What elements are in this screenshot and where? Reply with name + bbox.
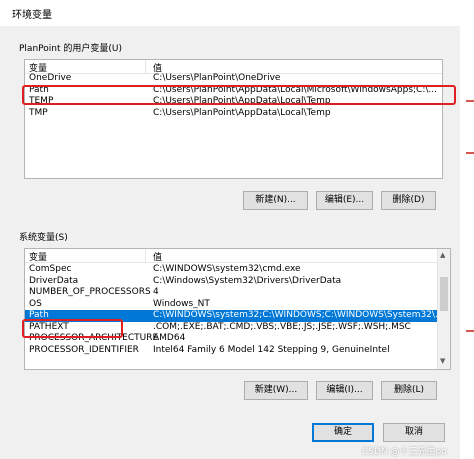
variable-value-cell: Windows_NT bbox=[153, 298, 210, 309]
variable-name-cell: PROCESSOR_IDENTIFIER bbox=[29, 344, 139, 355]
user-vars-group-label: PlanPoint 的用户变量(U) bbox=[19, 44, 122, 54]
cancel-button[interactable]: 取消 bbox=[383, 423, 445, 442]
column-header-variable[interactable]: 变量 bbox=[29, 250, 47, 263]
ok-button[interactable]: 确定 bbox=[312, 423, 374, 442]
variable-value-cell: C:\WINDOWS\system32;C:\WINDOWS;C:\WINDOW… bbox=[153, 310, 438, 320]
table-row[interactable]: OneDrive C:\Users\PlanPoint\OneDrive bbox=[25, 73, 442, 85]
user-vars-header: 变量 值 bbox=[25, 60, 442, 74]
table-row[interactable]: OS Windows_NT bbox=[25, 299, 438, 311]
variable-name-cell: TMP bbox=[29, 107, 48, 118]
user-delete-button[interactable]: 删除(D) bbox=[381, 191, 436, 210]
variable-name-cell: NUMBER_OF_PROCESSORS bbox=[29, 287, 151, 297]
variable-value-cell: C:\Users\PlanPoint\AppData\Local\Temp bbox=[153, 107, 331, 118]
system-delete-button[interactable]: 删除(L) bbox=[381, 381, 437, 400]
background-mark bbox=[466, 330, 474, 332]
variable-value-cell: C:\WINDOWS\system32\cmd.exe bbox=[153, 264, 301, 274]
title-bar: 环境变量 bbox=[0, 0, 474, 26]
variable-name-cell: OneDrive bbox=[29, 73, 72, 83]
variable-value-cell: AMD64 bbox=[153, 333, 186, 343]
table-row[interactable]: TMP C:\Users\PlanPoint\AppData\Local\Temp bbox=[25, 108, 442, 120]
system-vars-rows: ComSpec C:\WINDOWS\system32\cmd.exe Driver… bbox=[25, 263, 438, 356]
system-vars-list[interactable]: 变量 值 ComSpec C:\WINDOWS\system32\cmd.exe D… bbox=[24, 248, 451, 370]
system-vars-header: 变量 值 bbox=[25, 249, 438, 263]
system-vars-scrollbar[interactable]: ▲ ▼ bbox=[437, 249, 450, 369]
variable-value-cell: C:\Windows\System32\Drivers\DriverData bbox=[153, 275, 342, 286]
variable-name-cell: OS bbox=[29, 298, 42, 309]
user-new-button[interactable]: 新建(N)... bbox=[243, 191, 308, 210]
background-mark bbox=[466, 152, 474, 154]
annotation-highlight-system-path bbox=[22, 319, 123, 338]
variable-value-cell: 4 bbox=[153, 287, 159, 297]
variable-name-cell: ComSpec bbox=[29, 264, 72, 274]
table-row[interactable]: PROCESSOR_IDENTIFIER Intel64 Family 6 Mod… bbox=[25, 345, 438, 357]
scroll-down-icon[interactable]: ▼ bbox=[440, 357, 445, 365]
system-new-button[interactable]: 新建(W)... bbox=[244, 381, 308, 400]
background-window-edge bbox=[460, 26, 474, 459]
table-row[interactable]: NUMBER_OF_PROCESSORS 4 bbox=[25, 287, 438, 299]
column-header-value[interactable]: 值 bbox=[153, 250, 162, 263]
system-edit-button[interactable]: 编辑(I)... bbox=[316, 381, 373, 400]
variable-value-cell: Intel64 Family 6 Model 142 Stepping 9, G… bbox=[153, 344, 390, 355]
user-vars-list[interactable]: 变量 值 OneDrive C:\Users\PlanPoint\OneDrive… bbox=[24, 59, 443, 179]
scroll-thumb[interactable] bbox=[440, 277, 448, 311]
window-title: 环境变量 bbox=[12, 10, 52, 21]
annotation-highlight-user-path bbox=[22, 85, 456, 105]
variable-value-cell: C:\Users\PlanPoint\OneDrive bbox=[153, 73, 281, 83]
table-row[interactable]: ComSpec C:\WINDOWS\system32\cmd.exe bbox=[25, 264, 438, 276]
system-vars-group-label: 系统变量(S) bbox=[19, 233, 68, 243]
variable-name-cell: DriverData bbox=[29, 275, 79, 286]
table-row[interactable]: DriverData C:\Windows\System32\Drivers\Dr… bbox=[25, 276, 438, 288]
watermark: CSDN @十三先生po bbox=[362, 447, 447, 457]
background-mark bbox=[466, 100, 474, 102]
user-edit-button[interactable]: 编辑(E)... bbox=[316, 191, 373, 210]
variable-value-cell: .COM;.EXE;.BAT;.CMD;.VBS;.VBE;.JS;.JSE;.… bbox=[153, 321, 411, 332]
scroll-up-icon[interactable]: ▲ bbox=[440, 251, 445, 259]
